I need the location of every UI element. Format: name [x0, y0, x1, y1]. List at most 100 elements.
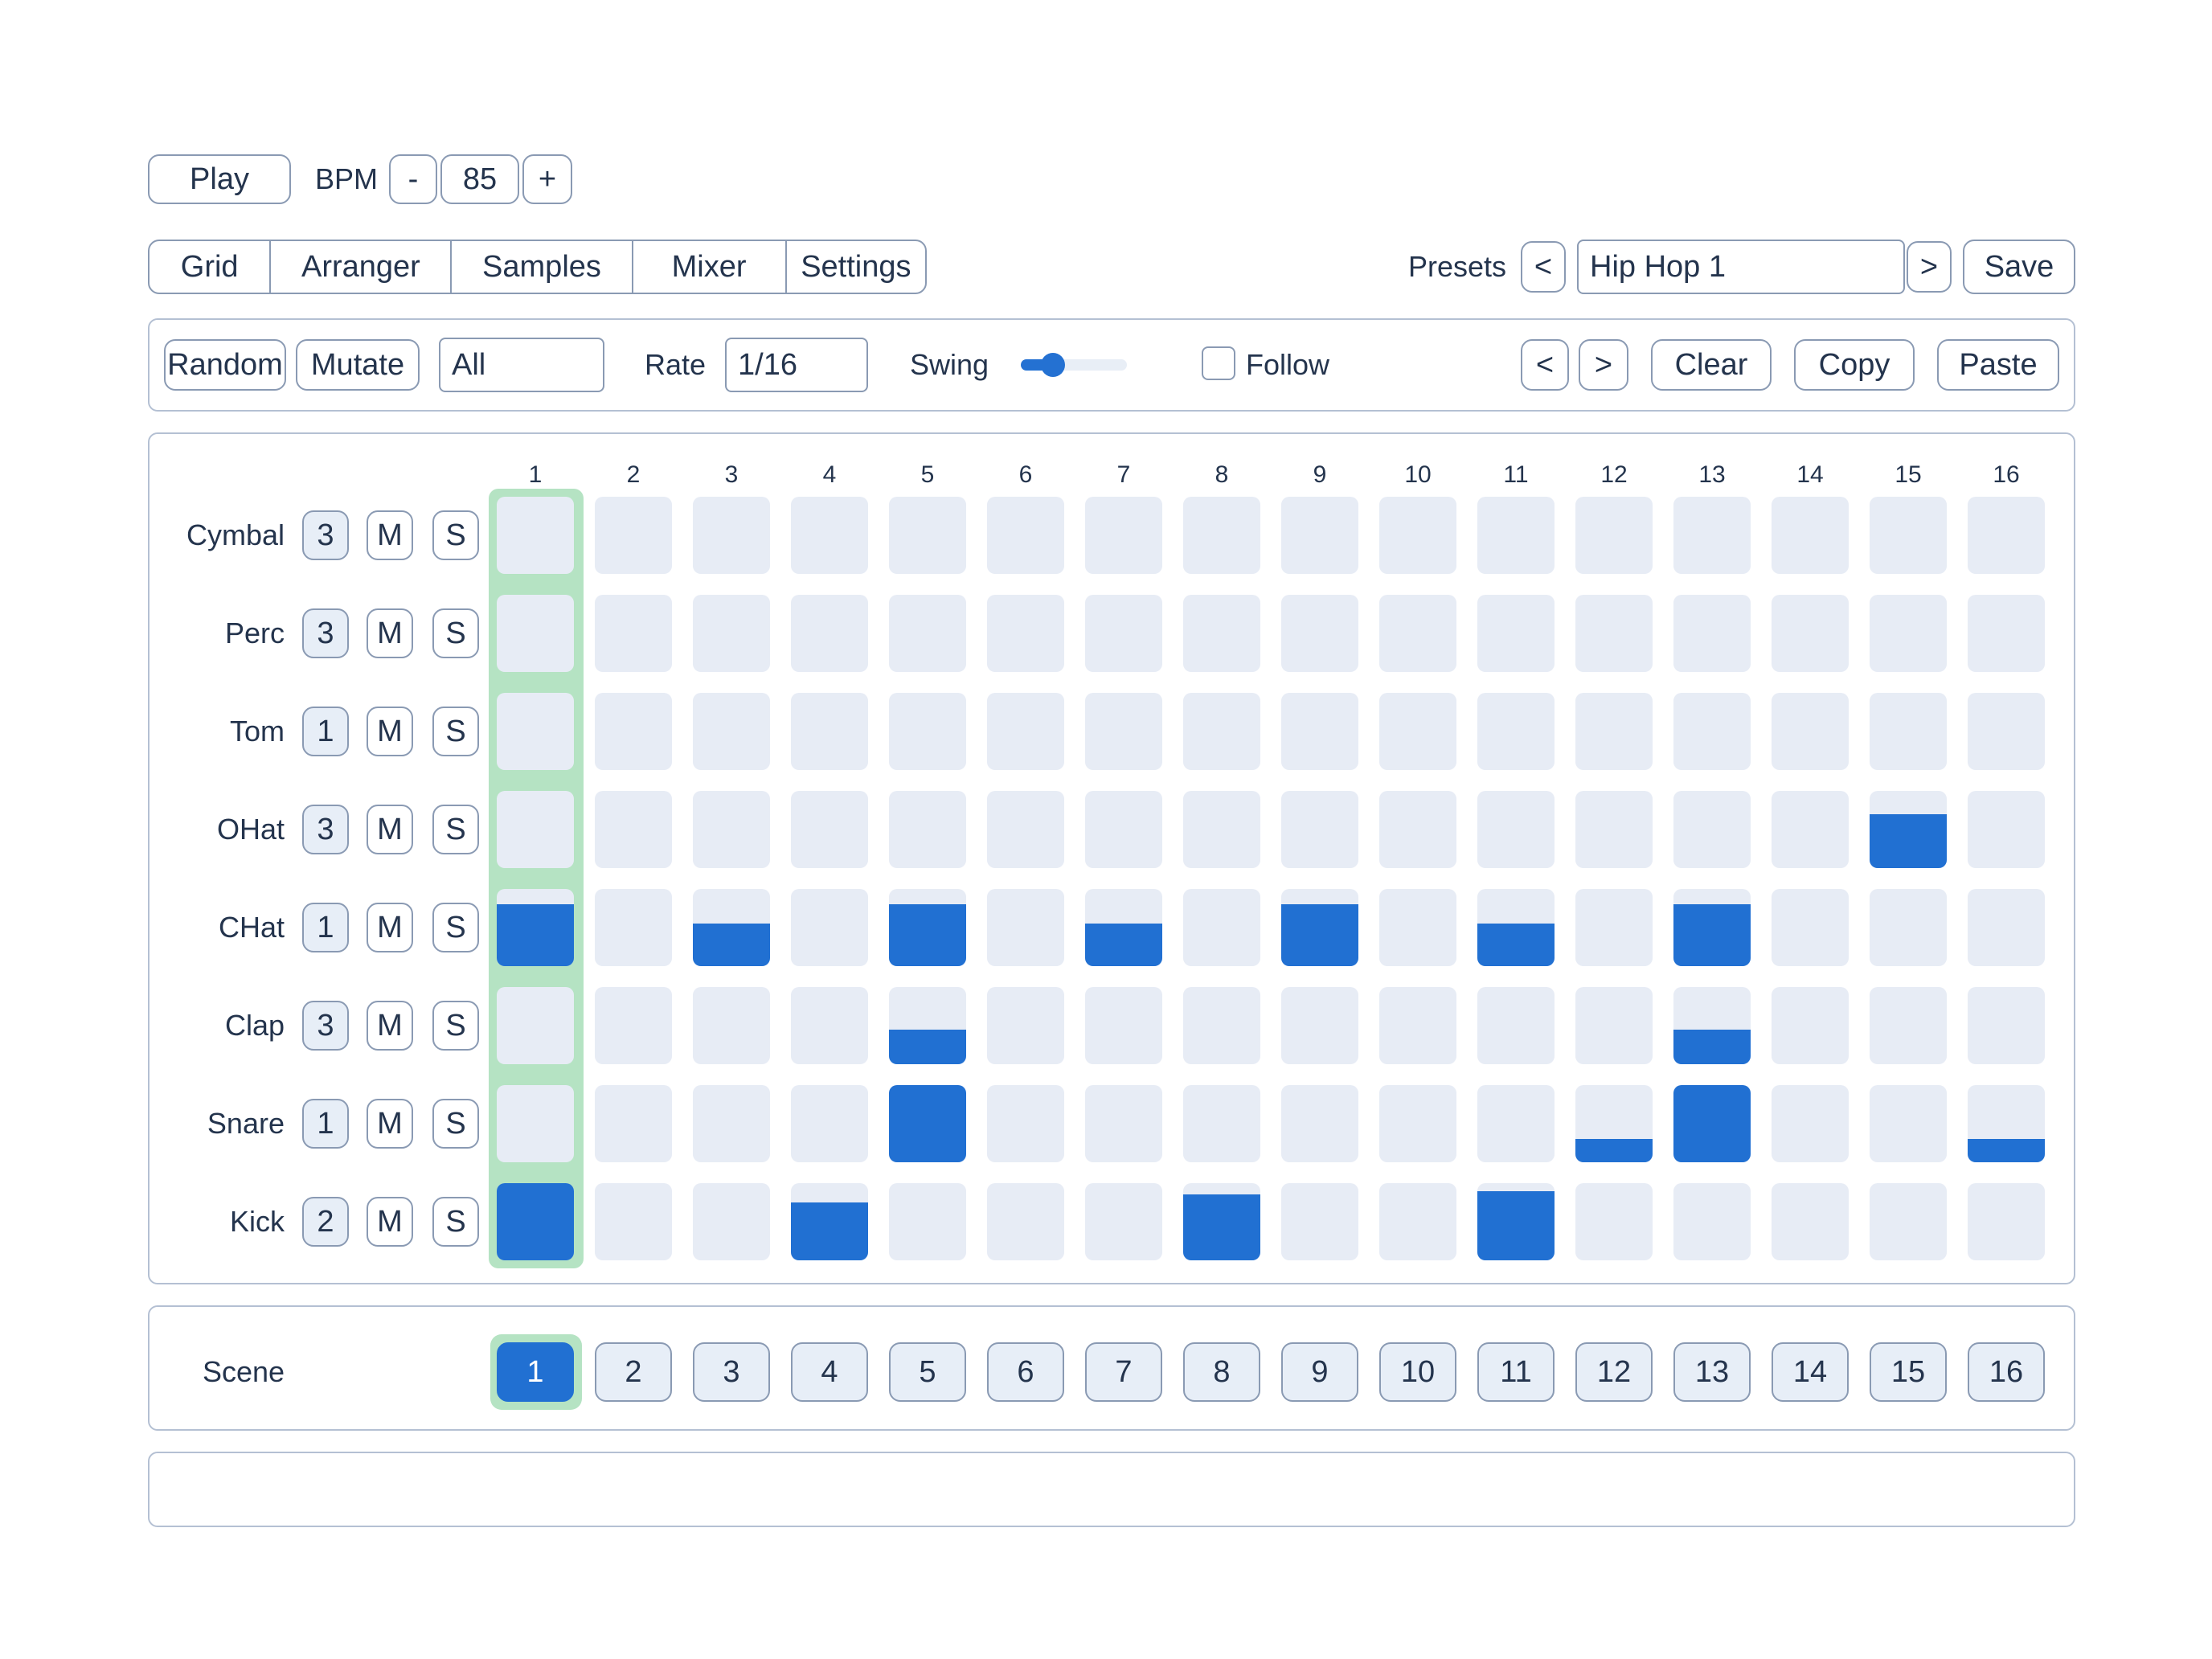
step-cell[interactable]	[595, 791, 672, 868]
step-cell[interactable]	[497, 1183, 574, 1260]
step-cell[interactable]	[497, 1085, 574, 1162]
follow-checkbox[interactable]	[1202, 346, 1235, 380]
step-cell[interactable]	[1085, 987, 1162, 1064]
step-cell[interactable]	[1183, 791, 1260, 868]
track-count-button[interactable]: 1	[302, 1099, 349, 1149]
step-cell[interactable]	[1379, 497, 1456, 574]
track-solo-button[interactable]: S	[432, 1001, 479, 1051]
step-cell[interactable]	[1183, 595, 1260, 672]
step-cell[interactable]	[1772, 889, 1849, 966]
step-cell[interactable]	[1379, 791, 1456, 868]
step-cell[interactable]	[693, 595, 770, 672]
step-cell[interactable]	[595, 497, 672, 574]
rate-field[interactable]: 1/16	[725, 338, 868, 392]
step-cell[interactable]	[987, 595, 1064, 672]
scene-button-16[interactable]: 16	[1968, 1342, 2045, 1402]
pattern-prev-button[interactable]: <	[1521, 339, 1569, 391]
step-cell[interactable]	[1968, 595, 2045, 672]
step-cell[interactable]	[1673, 497, 1751, 574]
scene-button-6[interactable]: 6	[987, 1342, 1064, 1402]
step-cell[interactable]	[1379, 595, 1456, 672]
step-cell[interactable]	[1575, 1183, 1653, 1260]
step-cell[interactable]	[497, 791, 574, 868]
preset-name-field[interactable]: Hip Hop 1	[1577, 240, 1905, 294]
step-cell[interactable]	[1379, 1085, 1456, 1162]
scene-button-11[interactable]: 11	[1477, 1342, 1555, 1402]
step-cell[interactable]	[1281, 791, 1358, 868]
track-mute-button[interactable]: M	[367, 1197, 413, 1247]
step-cell[interactable]	[1870, 595, 1947, 672]
step-cell[interactable]	[1281, 497, 1358, 574]
step-cell[interactable]	[693, 693, 770, 770]
step-cell[interactable]	[1870, 497, 1947, 574]
step-cell[interactable]	[1772, 497, 1849, 574]
step-cell[interactable]	[1379, 693, 1456, 770]
step-cell[interactable]	[497, 595, 574, 672]
preset-save-button[interactable]: Save	[1963, 240, 2075, 294]
scene-button-7[interactable]: 7	[1085, 1342, 1162, 1402]
scene-button-12[interactable]: 12	[1575, 1342, 1653, 1402]
step-cell[interactable]	[1183, 889, 1260, 966]
step-cell[interactable]	[987, 791, 1064, 868]
step-cell[interactable]	[497, 693, 574, 770]
step-cell[interactable]	[889, 791, 966, 868]
step-cell[interactable]	[497, 889, 574, 966]
bpm-value-field[interactable]: 85	[440, 154, 519, 204]
step-cell[interactable]	[1477, 1085, 1555, 1162]
tab-arranger[interactable]: Arranger	[271, 241, 453, 293]
target-select[interactable]: All	[439, 338, 604, 392]
scene-button-3[interactable]: 3	[693, 1342, 770, 1402]
step-cell[interactable]	[889, 1085, 966, 1162]
bpm-decrease-button[interactable]: -	[389, 154, 437, 204]
step-cell[interactable]	[1379, 1183, 1456, 1260]
track-mute-button[interactable]: M	[367, 510, 413, 560]
step-cell[interactable]	[987, 987, 1064, 1064]
step-cell[interactable]	[1477, 791, 1555, 868]
step-cell[interactable]	[693, 987, 770, 1064]
pattern-next-button[interactable]: >	[1579, 339, 1628, 391]
swing-slider[interactable]	[1021, 359, 1127, 371]
track-mute-button[interactable]: M	[367, 903, 413, 952]
scene-button-15[interactable]: 15	[1870, 1342, 1947, 1402]
step-cell[interactable]	[693, 1183, 770, 1260]
scene-button-1[interactable]: 1	[497, 1342, 574, 1402]
step-cell[interactable]	[1870, 693, 1947, 770]
step-cell[interactable]	[1772, 1085, 1849, 1162]
step-cell[interactable]	[791, 497, 868, 574]
step-cell[interactable]	[693, 791, 770, 868]
step-cell[interactable]	[1772, 1183, 1849, 1260]
step-cell[interactable]	[1575, 889, 1653, 966]
step-cell[interactable]	[1085, 693, 1162, 770]
step-cell[interactable]	[1968, 497, 2045, 574]
scene-button-4[interactable]: 4	[791, 1342, 868, 1402]
step-cell[interactable]	[595, 889, 672, 966]
step-cell[interactable]	[1085, 1183, 1162, 1260]
step-cell[interactable]	[1477, 889, 1555, 966]
step-cell[interactable]	[1281, 987, 1358, 1064]
step-cell[interactable]	[1477, 987, 1555, 1064]
track-mute-button[interactable]: M	[367, 1099, 413, 1149]
step-cell[interactable]	[987, 497, 1064, 574]
step-cell[interactable]	[1673, 889, 1751, 966]
scene-button-9[interactable]: 9	[1281, 1342, 1358, 1402]
step-cell[interactable]	[1183, 987, 1260, 1064]
step-cell[interactable]	[1673, 1085, 1751, 1162]
track-count-button[interactable]: 1	[302, 903, 349, 952]
step-cell[interactable]	[1379, 889, 1456, 966]
step-cell[interactable]	[1183, 1183, 1260, 1260]
step-cell[interactable]	[1673, 693, 1751, 770]
step-cell[interactable]	[1281, 889, 1358, 966]
step-cell[interactable]	[889, 693, 966, 770]
step-cell[interactable]	[1673, 1183, 1751, 1260]
step-cell[interactable]	[1772, 595, 1849, 672]
step-cell[interactable]	[1281, 1085, 1358, 1162]
track-solo-button[interactable]: S	[432, 707, 479, 756]
step-cell[interactable]	[1772, 693, 1849, 770]
step-cell[interactable]	[693, 497, 770, 574]
track-count-button[interactable]: 3	[302, 510, 349, 560]
track-mute-button[interactable]: M	[367, 608, 413, 658]
step-cell[interactable]	[1477, 1183, 1555, 1260]
step-cell[interactable]	[1085, 595, 1162, 672]
scene-button-5[interactable]: 5	[889, 1342, 966, 1402]
step-cell[interactable]	[791, 987, 868, 1064]
